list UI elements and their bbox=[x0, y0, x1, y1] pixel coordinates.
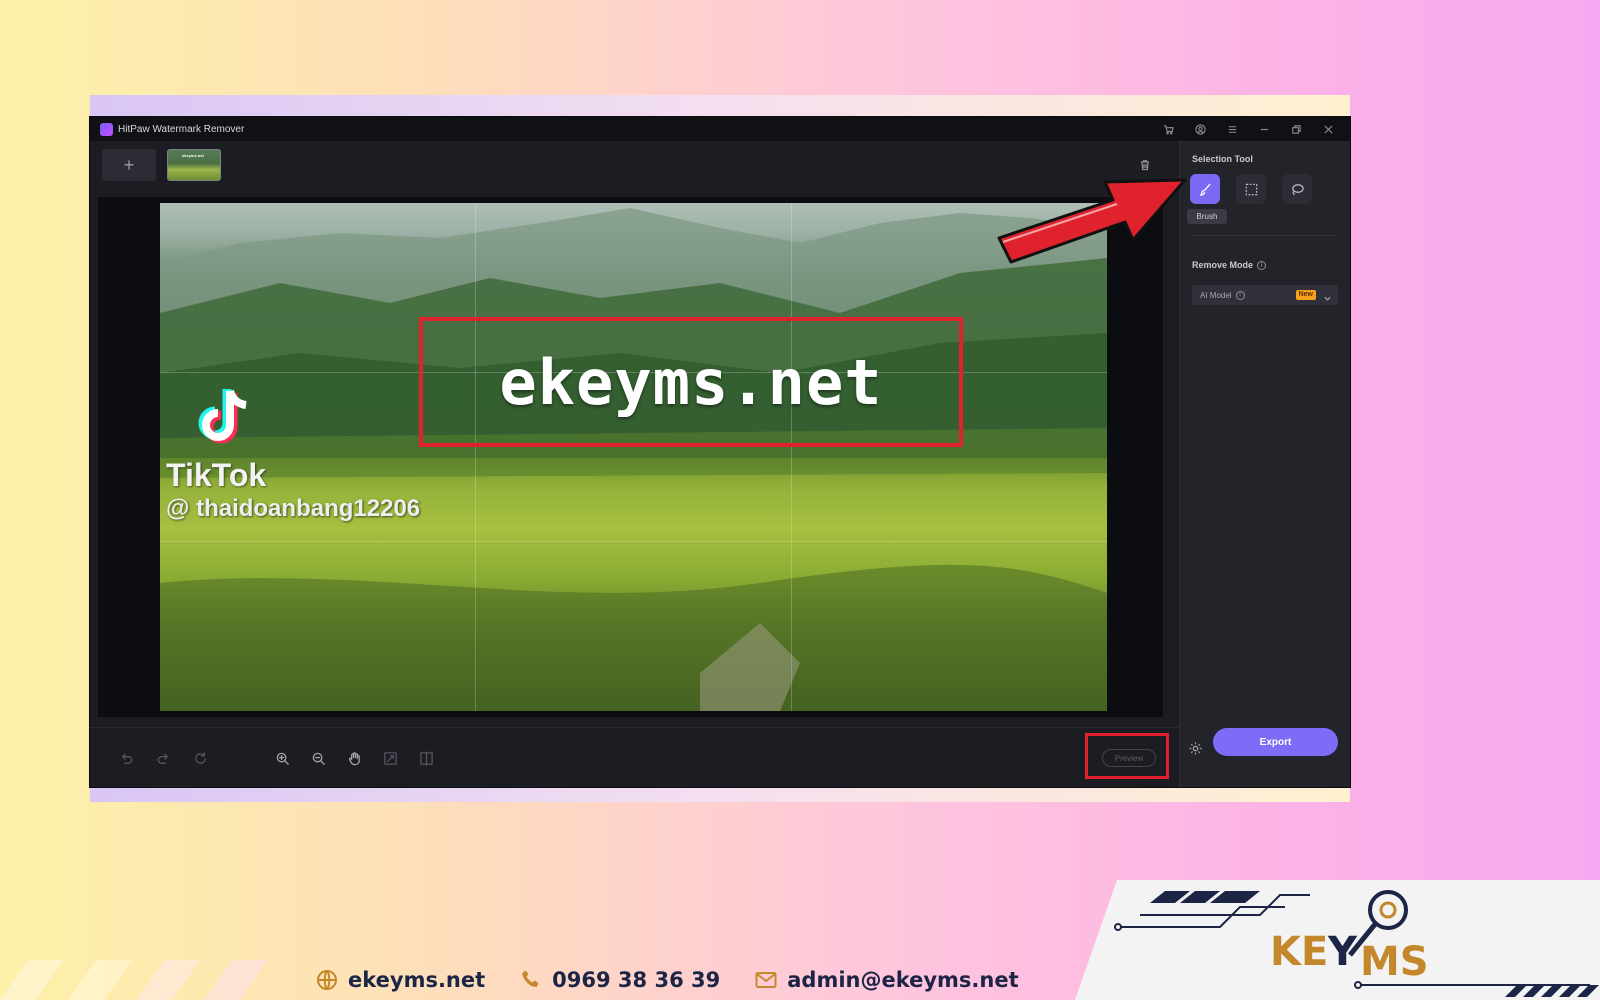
contact-bar: ekeyms.net 0969 38 36 39 admin@ekeyms.ne… bbox=[315, 963, 1053, 997]
lasso-icon bbox=[1291, 183, 1304, 195]
red-arrow-icon bbox=[997, 178, 1187, 264]
contact-phone[interactable]: 0969 38 36 39 bbox=[519, 968, 720, 992]
zoom-in-icon[interactable] bbox=[272, 748, 292, 768]
remove-mode-heading: Remove Mode i bbox=[1192, 260, 1267, 271]
tiktok-handle: @ thaidoanbang12206 bbox=[166, 495, 421, 522]
app-title: HitPaw Watermark Remover bbox=[118, 123, 245, 135]
remove-mode-label: Remove Mode bbox=[1192, 260, 1254, 270]
tiktok-name: TikTok bbox=[166, 457, 267, 493]
split-view-icon[interactable] bbox=[416, 748, 436, 768]
hand-icon[interactable] bbox=[344, 748, 364, 768]
title-bar: HitPaw Watermark Remover bbox=[90, 117, 1350, 141]
new-badge: New bbox=[1295, 290, 1316, 300]
info-icon[interactable]: i bbox=[1235, 290, 1245, 300]
preview-highlight: Preview bbox=[1085, 733, 1169, 779]
thumbnail-watermark: ekeyms.net bbox=[182, 153, 204, 158]
decorative-stripes bbox=[0, 960, 268, 1000]
svg-text:MS: MS bbox=[1360, 939, 1429, 985]
selection-tool-heading: Selection Tool bbox=[1192, 154, 1253, 164]
watermark-selection-box[interactable]: ekeyms.net bbox=[419, 317, 963, 447]
video-preview[interactable]: TikTok @ thaidoanbang12206 ekeyms.net bbox=[160, 203, 1107, 711]
cart-icon[interactable] bbox=[1152, 117, 1184, 141]
globe-icon bbox=[317, 970, 337, 990]
tiktok-logo-icon bbox=[198, 389, 247, 444]
guide-line bbox=[160, 541, 1107, 543]
svg-text:Y: Y bbox=[1327, 929, 1358, 975]
minimize-icon[interactable] bbox=[1248, 117, 1280, 141]
zoom-out-icon[interactable] bbox=[308, 748, 328, 768]
restore-icon[interactable] bbox=[1280, 117, 1312, 141]
info-icon[interactable]: i bbox=[1257, 261, 1267, 271]
window-controls bbox=[1152, 117, 1344, 141]
chevron-down-icon bbox=[1323, 290, 1332, 301]
rect-select-icon bbox=[1245, 183, 1257, 195]
export-button[interactable]: Export bbox=[1213, 728, 1338, 756]
gear-icon bbox=[1189, 742, 1202, 755]
contact-email[interactable]: admin@ekeyms.net bbox=[754, 968, 1019, 992]
app-logo-icon bbox=[100, 122, 113, 136]
guide-line bbox=[790, 203, 792, 711]
landscape-image bbox=[160, 208, 1107, 711]
account-icon[interactable] bbox=[1184, 117, 1216, 141]
preview-button[interactable]: Preview bbox=[1102, 749, 1156, 767]
lasso-tool-button[interactable] bbox=[1282, 174, 1312, 204]
settings-button[interactable] bbox=[1188, 741, 1206, 759]
watermark-text: ekeyms.net bbox=[499, 345, 883, 419]
contact-website[interactable]: ekeyms.net bbox=[315, 968, 485, 992]
video-thumbnail[interactable]: ekeyms.net bbox=[167, 149, 221, 181]
phone-icon bbox=[522, 970, 539, 987]
side-panel: Selection Tool Brush Remove Mode i AI Mod… bbox=[1179, 141, 1350, 787]
redo-icon[interactable] bbox=[153, 748, 173, 768]
phone-text: 0969 38 36 39 bbox=[552, 968, 721, 992]
menu-icon[interactable] bbox=[1216, 117, 1248, 141]
guide-line bbox=[475, 203, 477, 711]
remove-mode-select[interactable]: AI Model i New bbox=[1192, 285, 1338, 305]
reset-icon[interactable] bbox=[190, 748, 210, 768]
undo-icon[interactable] bbox=[116, 748, 136, 768]
brush-icon bbox=[1199, 182, 1211, 196]
fit-screen-icon[interactable] bbox=[380, 748, 400, 768]
keyms-logo: KE Y MS bbox=[1114, 890, 1599, 997]
svg-text:KE: KE bbox=[1270, 929, 1328, 975]
add-media-button[interactable]: + bbox=[102, 149, 156, 181]
bottom-toolbar: Preview bbox=[90, 727, 1179, 787]
close-icon[interactable] bbox=[1312, 117, 1344, 141]
website-text: ekeyms.net bbox=[348, 968, 486, 992]
email-text: admin@ekeyms.net bbox=[787, 968, 1019, 992]
panel-divider bbox=[1192, 235, 1338, 236]
mail-icon bbox=[755, 972, 777, 988]
rectangle-tool-button[interactable] bbox=[1236, 174, 1266, 204]
mode-value: AI Model bbox=[1200, 290, 1232, 300]
